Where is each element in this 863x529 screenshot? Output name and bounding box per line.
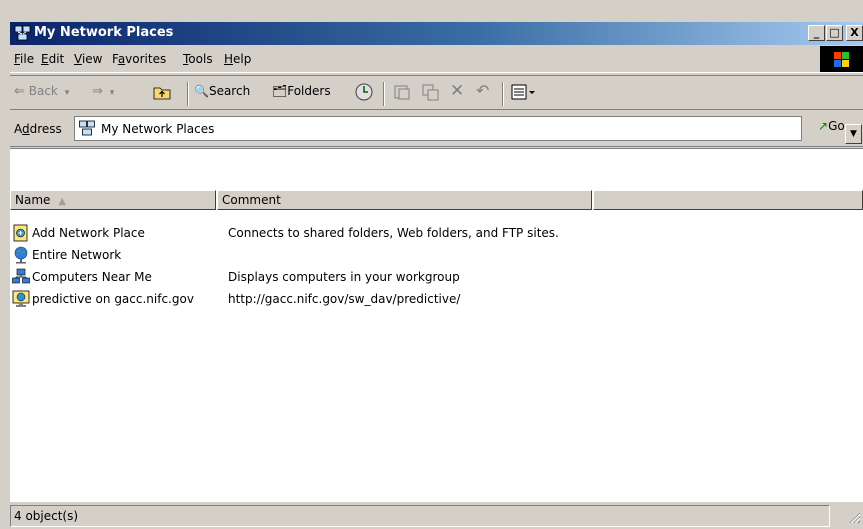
back-dropdown-icon[interactable]: ▾ [65, 88, 70, 98]
column-comment-header[interactable]: Comment [217, 190, 592, 210]
copy-to-button[interactable] [420, 82, 440, 102]
folders-button[interactable]: 🗂Folders [272, 84, 331, 104]
address-bar: Address My Network Places ▼ ↗Go [10, 111, 863, 147]
address-dropdown-button[interactable]: ▼ [845, 124, 862, 144]
close-button[interactable]: X [846, 25, 863, 41]
menu-favorites[interactable]: Favorites [112, 52, 166, 66]
network-places-icon [78, 120, 96, 140]
windows-logo [820, 46, 863, 72]
move-to-icon [394, 85, 410, 100]
undo-button[interactable]: ↶ [476, 81, 489, 101]
web-folder-icon [12, 290, 30, 308]
toolbar-separator [187, 82, 189, 106]
entire-network-icon [12, 246, 30, 264]
toolbar-separator [383, 82, 385, 106]
add-network-place-icon [12, 224, 30, 242]
undo-icon: ↶ [476, 81, 490, 100]
window-title: My Network Places [34, 25, 174, 40]
list-item[interactable]: predictive on gacc.nifc.gov http://gacc.… [10, 289, 863, 311]
views-button[interactable] [510, 82, 536, 102]
menu-edit[interactable]: Edit [41, 52, 64, 66]
search-button[interactable]: 🔍Search [194, 84, 250, 104]
sort-ascending-icon: ▲ [58, 196, 67, 207]
folders-icon: 🗂 [272, 84, 288, 98]
search-icon: 🔍 [194, 84, 209, 98]
back-arrow-icon: ⇐ [14, 84, 25, 99]
computers-near-me-icon [12, 268, 30, 286]
history-icon [355, 83, 373, 101]
windows-flag-icon [834, 52, 849, 67]
up-folder-icon [153, 87, 171, 100]
column-filler [593, 190, 863, 210]
menu-tools[interactable]: Tools [183, 52, 213, 66]
status-text: 4 object(s) [10, 505, 830, 527]
go-button[interactable]: ↗Go [818, 119, 845, 133]
list-item[interactable]: Entire Network [10, 245, 863, 267]
resize-grip-icon[interactable] [847, 510, 861, 527]
list-item[interactable]: Computers Near Me Displays computers in … [10, 267, 863, 289]
toolbar: ⇐ Back ▾ ⇒ ▾ 🔍Search 🗂Folders ✕ ↶ [10, 75, 863, 110]
up-folder-button[interactable] [152, 82, 172, 102]
toolbar-separator [502, 82, 504, 106]
copy-to-icon [422, 84, 439, 101]
maximize-button[interactable]: □ [826, 25, 843, 41]
minimize-button[interactable]: _ [808, 25, 825, 41]
column-name-header[interactable]: Name ▲ [10, 190, 216, 210]
title-bar[interactable]: My Network Places _ □ X [10, 22, 863, 45]
forward-arrow-icon: ⇒ [92, 84, 103, 99]
explorer-window: My Network Places _ □ X File Edit View F… [0, 0, 863, 529]
menu-file[interactable]: File [14, 52, 34, 66]
move-to-button[interactable] [392, 82, 412, 102]
delete-x-icon: ✕ [450, 81, 465, 101]
status-bar: 4 object(s) [10, 501, 863, 529]
file-list[interactable]: Name ▲ Comment Add Network Place Connects… [10, 148, 863, 501]
forward-button[interactable]: ⇒ ▾ [92, 84, 114, 104]
history-button[interactable] [354, 82, 374, 102]
column-header: Name ▲ Comment [10, 190, 863, 210]
back-label: Back [28, 84, 58, 98]
menu-view[interactable]: View [74, 52, 102, 66]
back-button[interactable]: ⇐ Back ▾ [14, 84, 69, 104]
address-label: Address [14, 122, 62, 136]
address-value: My Network Places [101, 122, 215, 136]
delete-button[interactable]: ✕ [450, 81, 464, 101]
forward-dropdown-icon[interactable]: ▾ [110, 88, 115, 98]
list-item[interactable]: Add Network Place Connects to shared fol… [10, 223, 863, 245]
menu-bar: File Edit View Favorites Tools Help [10, 46, 863, 73]
menu-help[interactable]: Help [224, 52, 251, 66]
go-arrow-icon: ↗ [818, 119, 829, 133]
address-input[interactable]: My Network Places ▼ [74, 116, 862, 144]
views-icon [511, 84, 535, 100]
network-places-icon [14, 25, 31, 42]
